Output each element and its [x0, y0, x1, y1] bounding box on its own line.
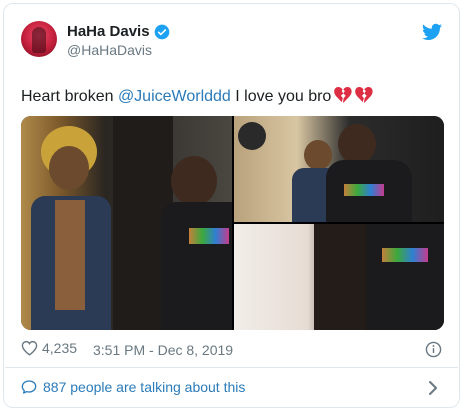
tweet-media-grid [21, 116, 444, 330]
author-name-row: HaHa Davis [67, 23, 170, 40]
tweet-embed-card: HaHa Davis @HaHaDavis Heart broken @Juic… [3, 3, 460, 408]
like-button[interactable]: 4,235 [21, 340, 77, 356]
author-handle[interactable]: @HaHaDavis [67, 42, 152, 58]
info-icon[interactable] [425, 341, 442, 358]
speech-bubble-icon [21, 380, 37, 394]
avatar[interactable] [21, 21, 57, 57]
conversation-link[interactable]: 887 people are talking about this [21, 379, 245, 395]
divider [5, 367, 458, 368]
tweet-timestamp[interactable]: 3:51 PM - Dec 8, 2019 [93, 342, 233, 358]
verified-badge-icon [154, 24, 169, 39]
tweet-photo-2[interactable] [234, 116, 444, 222]
tweet-text: Heart broken @JuiceWorlddd I love you br… [21, 86, 373, 106]
author-display-name[interactable]: HaHa Davis [67, 23, 150, 40]
broken-heart-icon [334, 87, 352, 103]
like-count: 4,235 [42, 340, 78, 356]
conversation-count-text: 887 people are talking about this [43, 379, 246, 395]
emoji-group [333, 86, 373, 104]
tweet-footer: 887 people are talking about this [21, 377, 442, 399]
mention-link[interactable]: @JuiceWorlddd [118, 88, 231, 105]
heart-outline-icon [21, 340, 38, 356]
tweet-text-end: I love you bro [230, 88, 332, 105]
chevron-right-icon[interactable] [428, 380, 438, 396]
tweet-photo-1[interactable] [21, 116, 232, 330]
tweet-text-start: Heart broken [21, 88, 118, 105]
twitter-bird-icon[interactable] [422, 23, 442, 41]
broken-heart-icon [355, 87, 373, 103]
tweet-meta: 4,235 3:51 PM - Dec 8, 2019 [21, 338, 442, 360]
tweet-header: HaHa Davis @HaHaDavis [21, 21, 442, 61]
tweet-photo-3[interactable] [234, 224, 444, 330]
